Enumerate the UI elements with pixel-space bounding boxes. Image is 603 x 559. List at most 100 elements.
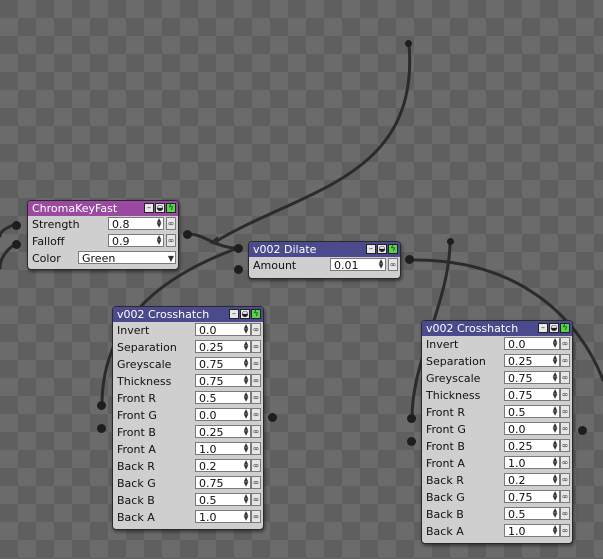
link-icon[interactable]: ∞ <box>388 258 398 271</box>
param-field[interactable]: 0.2 ▲ ▼ <box>504 473 560 487</box>
param-field[interactable]: 1.0 ▲ ▼ <box>195 442 251 456</box>
param-field[interactable]: 0.75 ▲ ▼ <box>504 388 560 402</box>
link-icon[interactable]: ∞ <box>560 371 570 384</box>
param-field[interactable]: 1.0 ▲ ▼ <box>504 524 560 538</box>
stepper-icon[interactable]: ▲ ▼ <box>242 392 250 403</box>
dilate-input-port[interactable] <box>234 244 243 253</box>
link-icon[interactable]: ∞ <box>251 391 261 404</box>
chromakey-header[interactable]: ChromaKeyFast – ◒ ϟ <box>28 201 178 216</box>
stepper-icon[interactable]: ▲ ▼ <box>551 389 559 400</box>
bypass-icon[interactable]: ◒ <box>377 244 387 254</box>
bypass-icon[interactable]: ◒ <box>155 203 165 213</box>
dilate-node[interactable]: v002 Dilate – ◒ ϟ Amount 0.01 ▲ ▼ ∞ <box>248 241 401 279</box>
link-icon[interactable]: ∞ <box>251 323 261 336</box>
stepper-icon[interactable]: ▲ ▼ <box>242 426 250 437</box>
param-field[interactable]: 0.75 ▲ ▼ <box>195 357 251 371</box>
crosshatch1-output-port[interactable] <box>268 413 277 422</box>
stepper-icon[interactable]: ▲ ▼ <box>551 338 559 349</box>
amount-field[interactable]: 0.01 ▲ ▼ <box>330 258 386 272</box>
param-field[interactable]: 0.2 ▲ ▼ <box>195 459 251 473</box>
bypass-icon[interactable]: ◒ <box>549 323 559 333</box>
stepper-icon[interactable]: ▲ ▼ <box>242 494 250 505</box>
crosshatch2-output-port[interactable] <box>578 426 587 435</box>
crosshatch2-input-port[interactable] <box>407 414 416 423</box>
stepper-icon[interactable]: ▲ ▼ <box>242 341 250 352</box>
link-icon[interactable]: ∞ <box>560 456 570 469</box>
wire-end-port[interactable] <box>405 40 412 47</box>
stepper-icon[interactable]: ▲ ▼ <box>242 358 250 369</box>
stepper-icon[interactable]: ▲ ▼ <box>242 443 250 454</box>
enable-bolt-icon[interactable]: ϟ <box>560 323 570 333</box>
strength-field[interactable]: 0.8 ▲ ▼ <box>108 217 164 231</box>
enable-bolt-icon[interactable]: ϟ <box>251 309 261 319</box>
link-icon[interactable]: ∞ <box>560 422 570 435</box>
dilate-header[interactable]: v002 Dilate – ◒ ϟ <box>249 242 400 257</box>
chromakey-node[interactable]: ChromaKeyFast – ◒ ϟ Strength 0.8 ▲ ▼ ∞ Fal… <box>27 200 179 270</box>
crosshatch-node-1[interactable]: v002 Crosshatch – ◒ ϟ Invert 0.0 ▲ ▼ ∞ Separa… <box>112 306 264 530</box>
stepper-icon[interactable]: ▲ ▼ <box>242 477 250 488</box>
crosshatch-node-2[interactable]: v002 Crosshatch – ◒ ϟ Invert 0.0 ▲ ▼ ∞ Separa… <box>421 320 573 544</box>
stepper-icon[interactable]: ▲ ▼ <box>551 508 559 519</box>
crosshatch-header[interactable]: v002 Crosshatch – ◒ ϟ <box>422 321 572 336</box>
link-icon[interactable]: ∞ <box>251 459 261 472</box>
falloff-field[interactable]: 0.9 ▲ ▼ <box>108 234 164 248</box>
stepper-icon[interactable]: ▲ ▼ <box>551 372 559 383</box>
link-icon[interactable]: ∞ <box>560 507 570 520</box>
dilate-input-port[interactable] <box>234 265 243 274</box>
wire-end-port[interactable] <box>447 238 454 245</box>
param-field[interactable]: 0.5 ▲ ▼ <box>504 405 560 419</box>
stepper-icon[interactable]: ▲ ▼ <box>155 218 163 229</box>
collapse-icon[interactable]: – <box>538 323 548 333</box>
link-icon[interactable]: ∞ <box>560 337 570 350</box>
crosshatch2-input-port[interactable] <box>407 437 416 446</box>
link-icon[interactable]: ∞ <box>560 405 570 418</box>
param-field[interactable]: 0.75 ▲ ▼ <box>195 374 251 388</box>
stepper-icon[interactable]: ▲ ▼ <box>551 457 559 468</box>
param-field[interactable]: 0.5 ▲ ▼ <box>195 493 251 507</box>
link-icon[interactable]: ∞ <box>251 476 261 489</box>
param-field[interactable]: 0.0 ▲ ▼ <box>504 422 560 436</box>
param-field[interactable]: 1.0 ▲ ▼ <box>195 510 251 524</box>
link-icon[interactable]: ∞ <box>560 354 570 367</box>
link-icon[interactable]: ∞ <box>166 217 176 230</box>
param-field[interactable]: 0.25 ▲ ▼ <box>504 354 560 368</box>
stepper-icon[interactable]: ▲ ▼ <box>551 525 559 536</box>
stepper-icon[interactable]: ▲ ▼ <box>242 460 250 471</box>
enable-bolt-icon[interactable]: ϟ <box>388 244 398 254</box>
param-field[interactable]: 0.25 ▲ ▼ <box>195 425 251 439</box>
stepper-icon[interactable]: ▲ ▼ <box>155 235 163 246</box>
param-field[interactable]: 0.75 ▲ ▼ <box>195 476 251 490</box>
stepper-icon[interactable]: ▲ ▼ <box>551 355 559 366</box>
param-field[interactable]: 1.0 ▲ ▼ <box>504 456 560 470</box>
dilate-output-port[interactable] <box>405 255 414 264</box>
stepper-icon[interactable]: ▲ ▼ <box>551 491 559 502</box>
link-icon[interactable]: ∞ <box>251 425 261 438</box>
stepper-icon[interactable]: ▲ ▼ <box>551 440 559 451</box>
link-icon[interactable]: ∞ <box>560 439 570 452</box>
stepper-icon[interactable]: ▲ ▼ <box>242 375 250 386</box>
param-field[interactable]: 0.0 ▲ ▼ <box>195 323 251 337</box>
link-icon[interactable]: ∞ <box>560 524 570 537</box>
link-icon[interactable]: ∞ <box>251 493 261 506</box>
collapse-icon[interactable]: – <box>144 203 154 213</box>
stepper-icon[interactable]: ▲ ▼ <box>551 474 559 485</box>
stepper-icon[interactable]: ▲ ▼ <box>377 259 385 270</box>
param-field[interactable]: 0.5 ▲ ▼ <box>504 507 560 521</box>
link-icon[interactable]: ∞ <box>251 442 261 455</box>
link-icon[interactable]: ∞ <box>251 374 261 387</box>
stepper-icon[interactable]: ▲ ▼ <box>242 409 250 420</box>
link-icon[interactable]: ∞ <box>166 234 176 247</box>
link-icon[interactable]: ∞ <box>251 340 261 353</box>
chromakey-output-port[interactable] <box>183 230 192 239</box>
stepper-icon[interactable]: ▲ ▼ <box>551 406 559 417</box>
param-field[interactable]: 0.75 ▲ ▼ <box>504 490 560 504</box>
param-field[interactable]: 0.75 ▲ ▼ <box>504 371 560 385</box>
link-icon[interactable]: ∞ <box>560 473 570 486</box>
stepper-icon[interactable]: ▲ ▼ <box>242 324 250 335</box>
link-icon[interactable]: ∞ <box>560 490 570 503</box>
collapse-icon[interactable]: – <box>366 244 376 254</box>
link-icon[interactable]: ∞ <box>560 388 570 401</box>
crosshatch1-input-port[interactable] <box>97 424 106 433</box>
param-field[interactable]: 0.25 ▲ ▼ <box>504 439 560 453</box>
link-icon[interactable]: ∞ <box>251 510 261 523</box>
